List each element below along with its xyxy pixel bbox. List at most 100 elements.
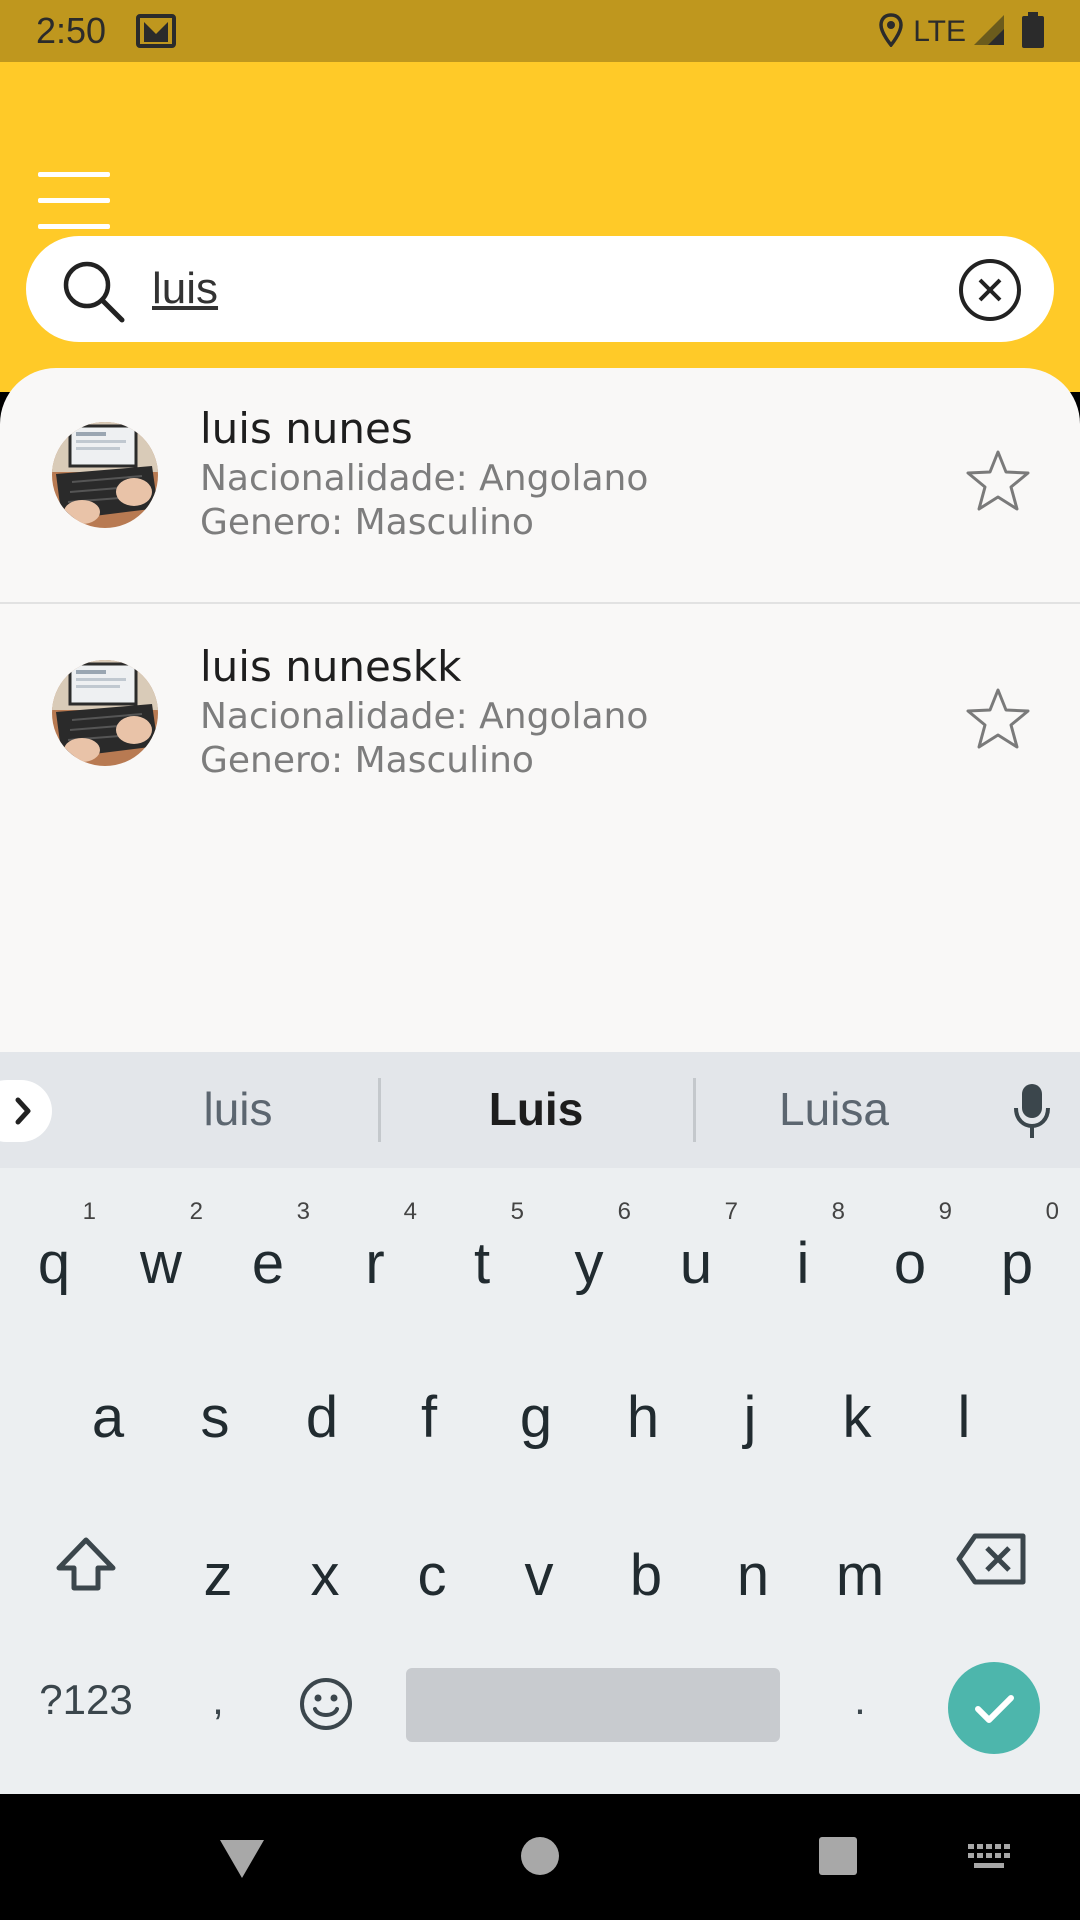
key-z[interactable]: z	[168, 1504, 268, 1624]
key-label: i	[796, 1231, 810, 1296]
key-u[interactable]: 7u	[646, 1192, 746, 1312]
key-label: v	[524, 1543, 554, 1608]
avatar	[52, 660, 158, 766]
key-i[interactable]: 8i	[753, 1192, 853, 1312]
key-label: a	[91, 1385, 125, 1450]
menu-icon-line	[38, 198, 110, 203]
search-bar	[26, 236, 1054, 342]
key-label: k	[842, 1385, 872, 1450]
suggestion-strip: luis Luis Luisa	[0, 1052, 1080, 1168]
key-number-hint: 0	[1045, 1198, 1059, 1225]
key-number-hint: 5	[510, 1198, 524, 1225]
key-number-hint: 8	[831, 1198, 845, 1225]
key-label: u	[679, 1231, 713, 1296]
key-label: q	[37, 1231, 71, 1296]
key-r[interactable]: 4r	[325, 1192, 425, 1312]
network-type: LTE	[913, 15, 966, 48]
key-n[interactable]: n	[703, 1504, 803, 1624]
home-icon[interactable]	[520, 1836, 560, 1880]
key-number-hint: 1	[82, 1198, 96, 1225]
menu-button[interactable]	[38, 172, 110, 232]
key-m[interactable]: m	[810, 1504, 910, 1624]
key-e[interactable]: 3e	[218, 1192, 318, 1312]
space-key[interactable]	[406, 1668, 780, 1742]
key-a[interactable]: a	[58, 1346, 158, 1466]
key-o[interactable]: 9o	[860, 1192, 960, 1312]
key-x[interactable]: x	[275, 1504, 375, 1624]
backspace-key[interactable]	[952, 1530, 1032, 1600]
key-h[interactable]: h	[593, 1346, 693, 1466]
key-label: t	[473, 1231, 491, 1296]
navigation-bar	[0, 1794, 1080, 1920]
recents-icon[interactable]	[818, 1836, 858, 1880]
battery-icon	[1022, 12, 1044, 52]
mic-icon[interactable]	[1012, 1082, 1052, 1146]
key-s[interactable]: s	[165, 1346, 265, 1466]
suggestion-2[interactable]: Luis	[411, 1082, 661, 1136]
key-b[interactable]: b	[596, 1504, 696, 1624]
avatar	[52, 422, 158, 528]
suggestion-expand-button[interactable]	[0, 1080, 52, 1142]
list-item[interactable]: luis nuneskk Nacionalidade: Angolano Gen…	[0, 606, 1080, 842]
key-v[interactable]: v	[489, 1504, 589, 1624]
key-number-hint: 2	[189, 1198, 203, 1225]
comma-key[interactable]: ,	[198, 1676, 238, 1736]
key-w[interactable]: 2w	[111, 1192, 211, 1312]
key-label: n	[736, 1543, 770, 1608]
enter-key[interactable]	[948, 1662, 1040, 1754]
star-icon[interactable]	[964, 448, 1032, 518]
key-f[interactable]: f	[379, 1346, 479, 1466]
clear-search-button[interactable]	[958, 258, 1022, 326]
key-label: e	[251, 1231, 285, 1296]
key-d[interactable]: d	[272, 1346, 372, 1466]
star-icon[interactable]	[964, 686, 1032, 756]
menu-icon	[38, 172, 110, 177]
back-icon[interactable]	[218, 1838, 266, 1884]
key-label: b	[629, 1543, 663, 1608]
shift-icon	[56, 1537, 116, 1591]
mail-icon	[136, 14, 176, 52]
key-label: r	[365, 1231, 385, 1296]
key-number-hint: 7	[724, 1198, 738, 1225]
menu-icon-line	[38, 224, 110, 229]
key-label: w	[140, 1231, 182, 1296]
key-y[interactable]: 6y	[539, 1192, 639, 1312]
result-name: luis nunes	[200, 404, 413, 453]
key-k[interactable]: k	[807, 1346, 907, 1466]
key-label: x	[310, 1543, 340, 1608]
key-label: f	[420, 1385, 438, 1450]
key-l[interactable]: l	[914, 1346, 1014, 1466]
search-input[interactable]	[152, 256, 952, 322]
check-icon	[975, 1695, 1014, 1723]
key-j[interactable]: j	[700, 1346, 800, 1466]
status-bar: 2:50 LTE	[0, 0, 1080, 62]
key-number-hint: 4	[403, 1198, 417, 1225]
key-label: c	[417, 1543, 447, 1608]
key-label: g	[519, 1385, 553, 1450]
key-label: l	[957, 1385, 971, 1450]
suggestion-3[interactable]: Luisa	[709, 1082, 959, 1136]
key-t[interactable]: 5t	[432, 1192, 532, 1312]
key-p[interactable]: 0p	[967, 1192, 1067, 1312]
key-q[interactable]: 1q	[4, 1192, 104, 1312]
keyboard-icon[interactable]	[968, 1844, 1012, 1876]
key-c[interactable]: c	[382, 1504, 482, 1624]
key-number-hint: 9	[938, 1198, 952, 1225]
suggestion-1[interactable]: luis	[113, 1082, 363, 1136]
key-label: s	[200, 1385, 230, 1450]
app-header	[0, 62, 1080, 392]
backspace-icon	[956, 1533, 1026, 1585]
shift-key[interactable]	[38, 1534, 134, 1610]
suggestion-divider	[378, 1078, 381, 1142]
key-label: j	[743, 1385, 757, 1450]
period-key[interactable]: .	[840, 1676, 880, 1736]
emoji-key[interactable]	[296, 1676, 356, 1736]
results-list: luis nunes Nacionalidade: Angolano Gener…	[0, 368, 1080, 1052]
key-label: o	[893, 1231, 927, 1296]
list-item[interactable]: luis nunes Nacionalidade: Angolano Gener…	[0, 368, 1080, 604]
search-icon	[60, 258, 128, 330]
key-g[interactable]: g	[486, 1346, 586, 1466]
location-icon	[879, 13, 903, 51]
symbols-key[interactable]: ?123	[26, 1676, 146, 1736]
key-number-hint: 3	[296, 1198, 310, 1225]
